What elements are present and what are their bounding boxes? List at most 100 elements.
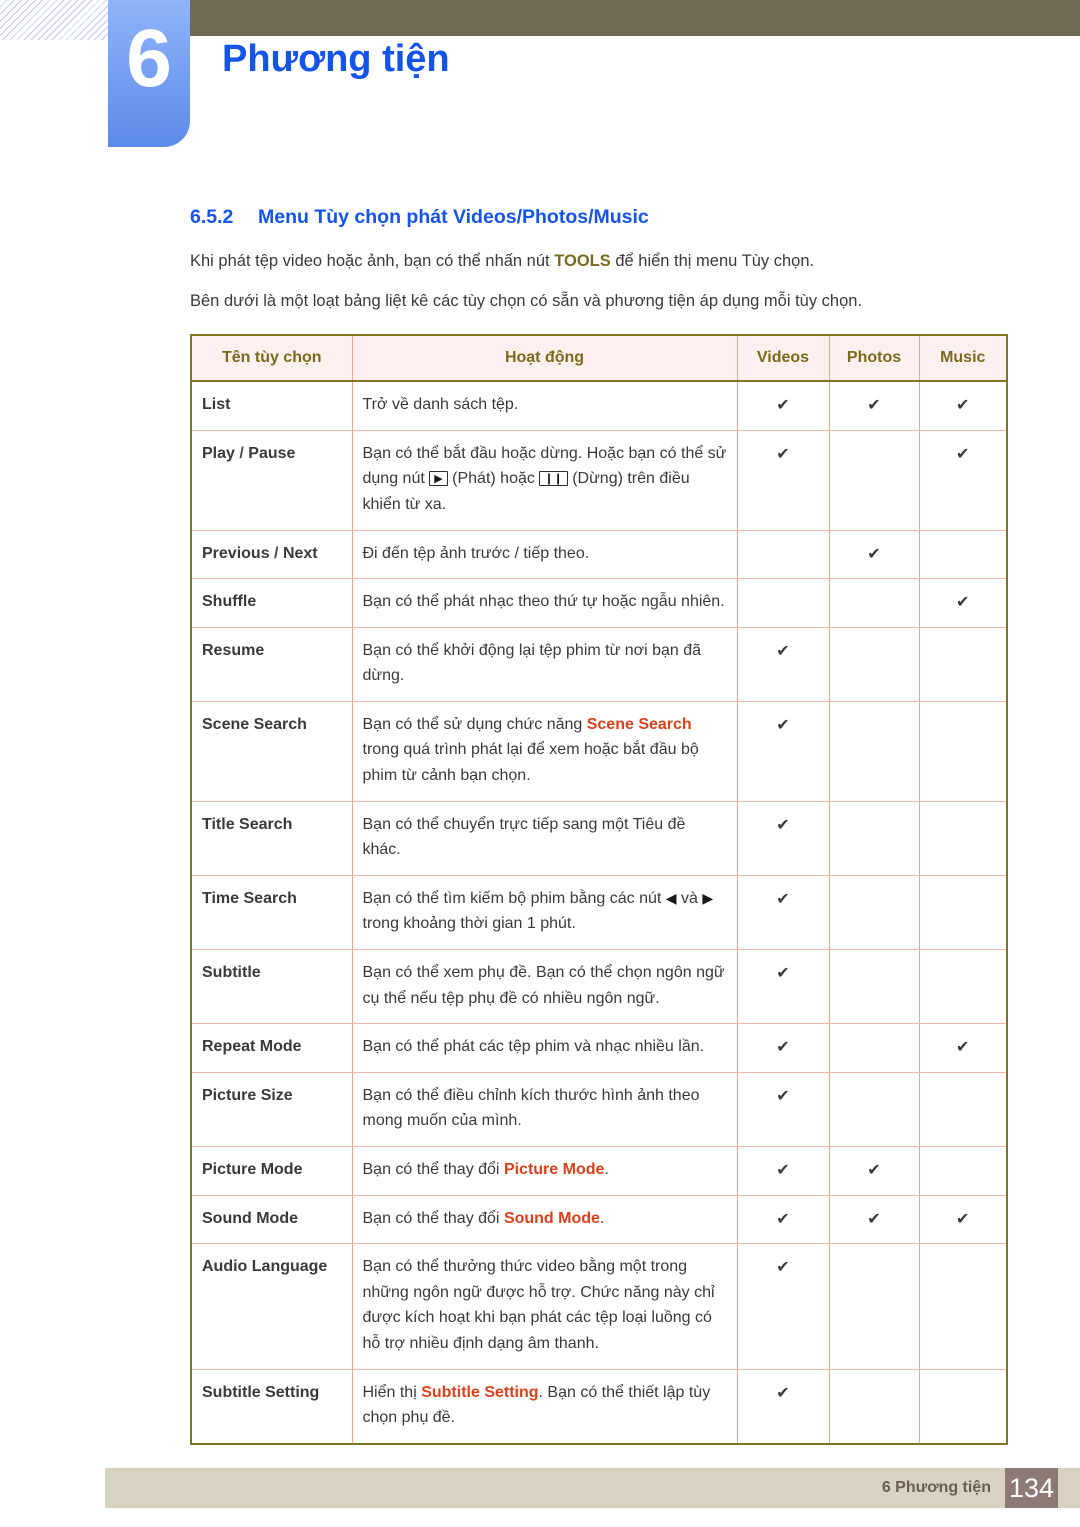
music-check — [919, 875, 1007, 951]
column-header-photos: Photos — [829, 335, 920, 383]
option-name: Resume — [191, 627, 353, 702]
column-header-videos: Videos — [737, 335, 830, 383]
footer-tail-spacer — [1058, 1468, 1080, 1508]
option-name: List — [191, 381, 353, 431]
photos-check — [829, 1023, 920, 1073]
column-header-option-name: Tên tùy chọn — [191, 335, 353, 383]
videos-check: ✔ — [737, 1023, 830, 1073]
photos-check: ✔ — [829, 530, 920, 580]
page-footer: 6 Phương tiện 134 — [105, 1468, 1080, 1508]
table-row: Previous / Next Đi đến tệp ảnh trước / t… — [191, 530, 1007, 580]
videos-check: ✔ — [737, 1243, 830, 1370]
option-name-part-1: Previous — [202, 544, 270, 562]
option-description: Bạn có thể bắt đầu hoặc dừng. Hoặc bạn c… — [352, 430, 738, 531]
photos-check — [829, 1243, 920, 1370]
desc-text-2: . — [604, 1161, 609, 1178]
option-description: Bạn có thể thay đổi Sound Mode. — [352, 1195, 738, 1245]
table-row: Play / Pause Bạn có thể bắt đầu hoặc dừn… — [191, 430, 1007, 531]
option-name: Repeat Mode — [191, 1023, 353, 1073]
photos-check — [829, 1072, 920, 1148]
footer-chapter-label: 6 Phương tiện — [881, 1479, 991, 1496]
desc-text-1: Bạn có thể thay đổi — [362, 1209, 504, 1227]
column-header-action: Hoạt động — [352, 335, 738, 383]
option-name: Sound Mode — [191, 1195, 353, 1245]
option-name: Title Search — [191, 801, 353, 876]
photos-check — [829, 701, 920, 802]
table-row: Shuffle Bạn có thể phát nhạc theo thứ tự… — [191, 578, 1007, 628]
desc-emphasis: Subtitle Setting — [421, 1383, 539, 1401]
videos-check: ✔ — [737, 1072, 830, 1148]
section-number: 6.5.2 — [190, 206, 234, 228]
videos-check: ✔ — [737, 1146, 830, 1196]
photos-check — [829, 875, 920, 951]
music-check: ✔ — [919, 430, 1007, 531]
chapter-number-badge: 6 — [108, 0, 190, 147]
option-name: Shuffle — [191, 578, 353, 628]
desc-text-1: Hiển thị — [362, 1383, 422, 1401]
desc-emphasis: Scene Search — [586, 715, 692, 733]
photos-check — [829, 801, 920, 876]
option-description: Bạn có thể phát các tệp phim và nhạc nhi… — [352, 1023, 738, 1073]
table-row: Sound Mode Bạn có thể thay đổi Sound Mod… — [191, 1195, 1007, 1245]
desc-text-2: trong quá trình phát lại để xem hoặc bắt… — [362, 741, 699, 785]
music-check: ✔ — [919, 381, 1007, 431]
desc-text-1: Bạn có thể thay đổi — [362, 1161, 504, 1178]
videos-check: ✔ — [737, 875, 830, 951]
footer-inner: 6 Phương tiện 134 — [882, 1468, 1080, 1508]
videos-check: ✔ — [737, 1195, 830, 1245]
music-check — [919, 701, 1007, 802]
option-name-separator: / — [234, 444, 249, 462]
table-row: Subtitle Bạn có thể xem phụ đề. Bạn có t… — [191, 949, 1007, 1025]
music-check — [919, 530, 1007, 580]
table-row: Title Search Bạn có thể chuyển trực tiếp… — [191, 801, 1007, 876]
videos-check: ✔ — [737, 1369, 830, 1444]
videos-check — [737, 530, 830, 580]
option-description: Bạn có thể điều chỉnh kích thước hình ản… — [352, 1072, 738, 1148]
option-name: Subtitle — [191, 949, 353, 1025]
decorative-hatch-pattern — [0, 0, 108, 40]
option-description: Bạn có thể thay đổi Picture Mode. — [352, 1146, 738, 1196]
option-name: Picture Mode — [191, 1146, 353, 1196]
option-name: Previous / Next — [191, 530, 353, 580]
music-check: ✔ — [919, 1195, 1007, 1245]
desc-text-2: (Phát) hoặc — [447, 470, 540, 488]
option-name-part-2: Pause — [248, 444, 296, 462]
videos-check: ✔ — [737, 381, 830, 431]
table-row: Subtitle Setting Hiển thị Subtitle Setti… — [191, 1369, 1007, 1444]
videos-check: ✔ — [737, 949, 830, 1025]
option-name: Audio Language — [191, 1243, 353, 1370]
music-check — [919, 949, 1007, 1025]
table-row: Time Search Bạn có thể tìm kiếm bộ phim … — [191, 875, 1007, 951]
videos-check: ✔ — [737, 701, 830, 802]
intro-paragraph-2: Bên dưới là một loạt bảng liệt kê các tù… — [190, 291, 863, 310]
music-check — [919, 1072, 1007, 1148]
header-olive-bar — [190, 0, 1080, 36]
play-icon: ▶ — [429, 471, 448, 487]
table-row: List Trở về danh sách tệp. ✔ ✔ ✔ — [191, 381, 1007, 431]
option-description: Bạn có thể sử dụng chức năng Scene Searc… — [352, 701, 738, 802]
music-check: ✔ — [919, 1023, 1007, 1073]
table-row: Scene Search Bạn có thể sử dụng chức năn… — [191, 701, 1007, 802]
intro-paragraph-1-before: Khi phát tệp video hoặc ảnh, bạn có thể … — [190, 252, 555, 270]
option-description: Bạn có thể phát nhạc theo thứ tự hoặc ng… — [352, 578, 738, 628]
option-description: Bạn có thể tìm kiếm bộ phim bằng các nút… — [352, 875, 738, 951]
section-title: Menu Tùy chọn phát Videos/Photos/Music — [258, 206, 649, 228]
column-header-music: Music — [919, 335, 1007, 383]
intro-paragraph-1-after: để hiển thị menu Tùy chọn. — [610, 252, 815, 270]
option-description: Bạn có thể xem phụ đề. Bạn có thể chọn n… — [352, 949, 738, 1025]
videos-check: ✔ — [737, 627, 830, 702]
right-arrow-icon: ▶ — [702, 890, 714, 907]
desc-emphasis: Sound Mode — [503, 1209, 600, 1227]
table-row: Resume Bạn có thể khởi động lại tệp phim… — [191, 627, 1007, 702]
option-name-separator: / — [269, 544, 283, 562]
option-name-part-1: Play — [202, 444, 235, 462]
option-name: Subtitle Setting — [191, 1369, 353, 1444]
option-description: Hiển thị Subtitle Setting. Bạn có thể th… — [352, 1369, 738, 1444]
pause-icon: ❙❙ — [539, 471, 568, 487]
tools-button-name: TOOLS — [554, 252, 611, 270]
desc-text-2: và — [676, 889, 703, 907]
desc-text-1: Bạn có thể sử dụng chức năng — [362, 715, 587, 733]
music-check: ✔ — [919, 578, 1007, 628]
desc-text-2: . — [599, 1209, 605, 1227]
table-row: Repeat Mode Bạn có thể phát các tệp phim… — [191, 1023, 1007, 1073]
